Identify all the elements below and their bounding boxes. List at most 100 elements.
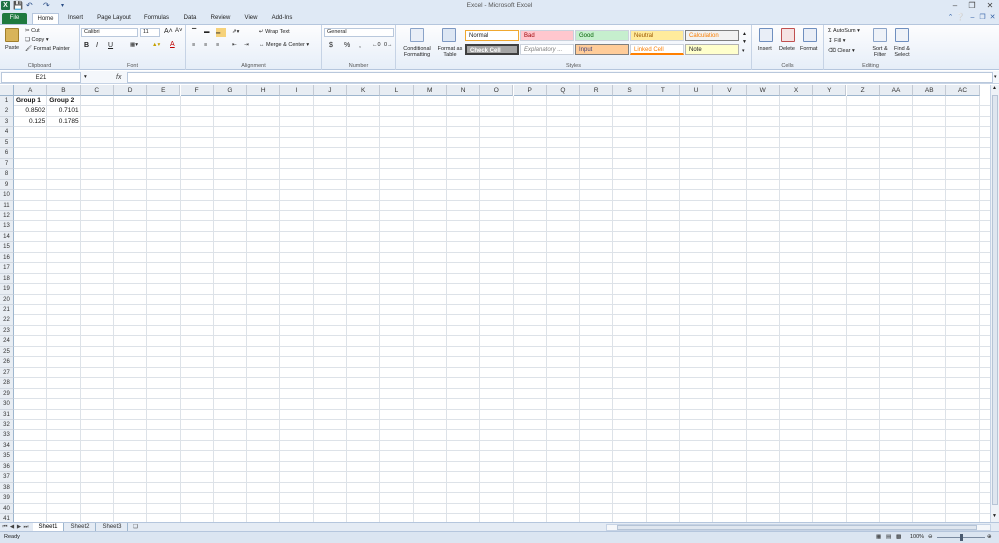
format-as-table-button[interactable]: Format as Table [436,46,464,58]
paste-button[interactable]: Paste [5,45,19,52]
tab-data[interactable]: Data [180,13,200,24]
find-select-button[interactable]: Find & Select [890,46,914,58]
conditional-formatting-icon[interactable] [410,28,424,42]
column-header-k[interactable]: K [347,85,381,96]
row-header-39[interactable]: 39 [0,493,14,504]
row-header-40[interactable]: 40 [0,503,14,515]
style-check-cell[interactable]: Check Cell [465,44,519,55]
column-header-aa[interactable]: AA [879,85,914,96]
horizontal-scrollbar[interactable] [606,524,991,531]
select-all-corner[interactable] [0,85,14,96]
style-note[interactable]: Note [685,44,739,55]
column-header-i[interactable]: I [280,85,314,96]
minimize-icon[interactable]: – [946,0,964,11]
row-header-41[interactable]: 41 [0,514,14,522]
italic-button[interactable]: I [96,42,98,49]
styles-scroll-down-icon[interactable]: ▼ [742,39,747,46]
delete-cells-button[interactable]: Delete [779,46,795,53]
tab-view[interactable]: View [240,13,262,24]
column-header-u[interactable]: U [680,85,714,96]
cell-b1[interactable]: Group 2 [47,96,80,106]
name-box-dropdown-icon[interactable]: ▾ [84,74,87,81]
tab-add-ins[interactable]: Add-Ins [268,13,296,24]
style-neutral[interactable]: Neutral [630,30,684,41]
cell-b3[interactable]: 0.1785 [47,117,80,127]
column-header-t[interactable]: T [646,85,680,96]
font-name-select[interactable]: Calibri [81,28,138,37]
style-normal[interactable]: Normal [465,30,519,41]
align-top-icon[interactable]: ▔ [192,29,196,36]
workbook-close-icon[interactable]: ✕ [988,13,997,22]
row-header-4[interactable]: 4 [0,127,14,138]
row-header-18[interactable]: 18 [0,273,14,285]
workbook-minimize-icon[interactable]: – [968,13,977,22]
row-header-2[interactable]: 2 [0,106,14,117]
column-header-z[interactable]: Z [846,85,880,96]
font-size-select[interactable]: 11 [140,28,160,37]
percent-button[interactable]: % [344,42,350,49]
row-header-31[interactable]: 31 [0,409,14,420]
currency-button[interactable]: $ [329,42,333,49]
tab-formulas[interactable]: Formulas [140,13,173,24]
row-header-26[interactable]: 26 [0,357,14,368]
row-header-1[interactable]: 1 [0,96,14,107]
vertical-scrollbar[interactable]: ▲ ▼ [990,85,999,522]
conditional-formatting-button[interactable]: Conditional Formatting [397,46,437,58]
row-header-37[interactable]: 37 [0,472,14,483]
align-bottom-icon[interactable]: ▁ [216,28,226,37]
styles-more-icon[interactable]: ▾ [742,48,745,55]
row-header-33[interactable]: 33 [0,430,14,441]
column-header-a[interactable]: A [14,85,48,96]
page-layout-view-icon[interactable]: ▤ [886,534,891,541]
style-input[interactable]: Input [575,44,629,55]
format-cells-button[interactable]: Format [800,46,817,53]
column-header-r[interactable]: R [580,85,614,96]
delete-cells-icon[interactable] [781,28,795,42]
increase-indent-icon[interactable]: ⇥ [244,42,249,49]
copy-button[interactable]: ❏ Copy ▾ [25,37,49,44]
scroll-down-icon[interactable]: ▼ [992,513,997,520]
column-header-p[interactable]: P [513,85,547,96]
row-header-32[interactable]: 32 [0,419,14,431]
close-icon[interactable]: ✕ [981,0,999,11]
tab-review[interactable]: Review [207,13,234,24]
row-header-5[interactable]: 5 [0,137,14,149]
row-header-20[interactable]: 20 [0,294,14,306]
comma-button[interactable]: , [359,42,361,49]
zoom-in-icon[interactable]: ⊕ [987,534,992,541]
style-explanatory[interactable]: Explanatory ... [520,44,574,55]
row-header-11[interactable]: 11 [0,200,14,211]
normal-view-icon[interactable]: ▦ [876,534,881,541]
workbook-restore-icon[interactable]: ❐ [978,13,987,22]
tab-home[interactable]: Home [32,13,59,24]
column-header-v[interactable]: V [713,85,747,96]
row-header-38[interactable]: 38 [0,482,14,494]
row-header-10[interactable]: 10 [0,190,14,201]
underline-button[interactable]: U [108,42,113,49]
style-linked-cell[interactable]: Linked Cell [630,44,684,55]
row-header-17[interactable]: 17 [0,263,14,274]
column-header-w[interactable]: W [746,85,780,96]
name-box[interactable]: E21 [1,72,81,83]
insert-cells-button[interactable]: Insert [758,46,772,53]
row-header-3[interactable]: 3 [0,116,14,128]
styles-scroll-up-icon[interactable]: ▲ [742,31,747,38]
font-color-icon[interactable]: A [170,41,175,48]
cell-a2[interactable]: 0.8502 [14,106,47,116]
column-header-s[interactable]: S [613,85,647,96]
row-header-34[interactable]: 34 [0,440,14,452]
column-header-h[interactable]: H [247,85,281,96]
cut-button[interactable]: ✂ Cut [25,28,40,35]
fill-button[interactable]: ↧ Fill ▾ [828,38,845,45]
tab-page-layout[interactable]: Page Layout [93,13,135,24]
wrap-text-button[interactable]: ↵ Wrap Text [259,29,290,36]
minimize-ribbon-icon[interactable]: ⌃ [946,13,955,22]
restore-icon[interactable]: ❐ [963,0,981,11]
row-header-15[interactable]: 15 [0,242,14,253]
column-header-n[interactable]: N [446,85,481,96]
orientation-icon[interactable]: ⇗▾ [232,29,239,36]
increase-decimal-icon[interactable]: ←0 [372,42,381,49]
fill-color-icon[interactable]: ▲▾ [152,42,160,49]
autosum-button[interactable]: Σ AutoSum ▾ [828,28,860,35]
row-header-12[interactable]: 12 [0,210,14,222]
